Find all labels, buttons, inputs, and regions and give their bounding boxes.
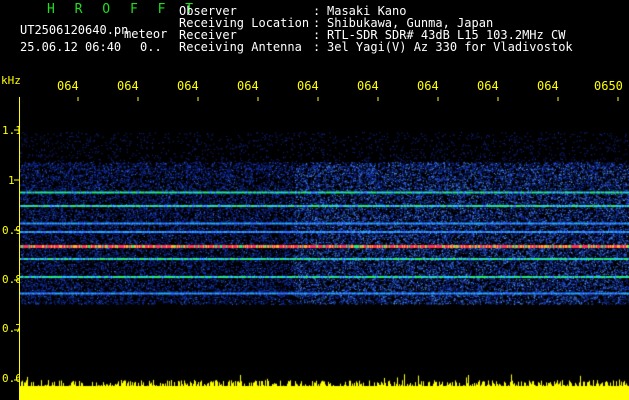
y-tick-label: 0.6: [2, 372, 22, 385]
x-tick-label: 064: [357, 79, 379, 93]
zero-mark: 0..: [140, 40, 162, 54]
datetime-label: 25.06.12 06:40: [20, 40, 122, 54]
x-tick-label: 064: [237, 79, 259, 93]
filename-label: UT2506120640.pn: [20, 23, 129, 37]
antenna-value: 3el Yagi(V) Az 330 for Vladivostok: [327, 40, 573, 54]
y-tick-label: 0.8: [2, 273, 22, 286]
y-tick-label: 0.9: [2, 224, 22, 237]
antenna-sep: :: [313, 40, 321, 54]
spectrogram-canvas: [20, 98, 629, 400]
x-tick-label: 064: [117, 79, 139, 93]
antenna-label: Receiving Antenna: [179, 40, 302, 54]
y-tick-label: 0.7: [2, 322, 22, 335]
x-tick-label: 064: [177, 79, 199, 93]
x-tick-label: 064: [537, 79, 559, 93]
x-tick-label: 064: [57, 79, 79, 93]
y-tick-label: 1: [8, 174, 15, 187]
y-axis-unit: kHz: [1, 74, 21, 87]
app-title: H R O F F T: [47, 2, 200, 17]
x-tick-label: 064: [417, 79, 439, 93]
x-tick-label: 0650: [594, 79, 623, 93]
x-tick-label: 064: [477, 79, 499, 93]
y-tick-label: 1.1: [2, 124, 22, 137]
x-tick-label: 064: [297, 79, 319, 93]
mode-label: meteor: [124, 27, 168, 41]
